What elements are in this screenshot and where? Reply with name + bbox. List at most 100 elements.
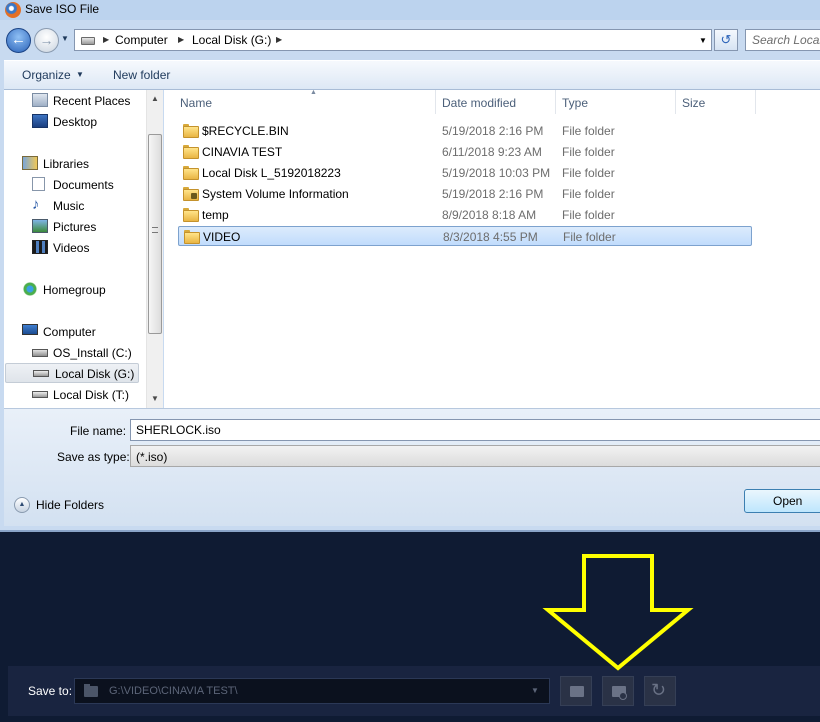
search-box[interactable] [745,29,820,51]
nav-item-pictures[interactable]: Pictures [32,217,144,237]
nav-item-desktop[interactable]: Desktop [32,112,144,132]
new-folder-button[interactable] [602,676,634,706]
nav-item-label: Local Disk (T:) [53,388,130,402]
organize-button[interactable]: Organize [22,68,71,82]
nav-item-drive-g[interactable]: Local Disk (G:) [5,363,139,383]
nav-item-documents[interactable]: Documents [32,175,144,195]
scroll-down-icon[interactable]: ▼ [151,394,159,403]
nav-item-recent-places[interactable]: Recent Places [32,91,144,111]
music-icon: ♪ [32,196,40,213]
command-bar: Organize ▼ New folder [4,60,820,90]
nav-item-label: OS_Install (C:) [53,346,132,360]
videos-icon [32,240,48,254]
file-name: System Volume Information [202,187,349,201]
nav-item-label: Homegroup [43,283,106,297]
column-header-type[interactable]: Type [556,90,676,114]
grip-icon [152,227,158,233]
back-button[interactable]: ← [6,28,31,53]
file-row[interactable]: System Volume Information 5/19/2018 2:16… [178,184,752,204]
folder-icon [184,230,198,242]
search-input[interactable] [752,31,820,49]
save-iso-dialog: Save ISO File ← → ▼ ▶ Computer ▶ Local D… [0,0,820,532]
file-name-input[interactable] [130,419,820,441]
hide-folders-label: Hide Folders [36,498,105,512]
nav-item-libraries[interactable]: Libraries [22,154,144,174]
chevron-right-icon[interactable]: ▶ [178,35,184,44]
chevron-down-icon[interactable]: ▼ [531,686,539,695]
file-name: VIDEO [203,230,241,244]
pictures-icon [32,219,48,233]
file-row[interactable]: Local Disk L_5192018223 5/19/2018 10:03 … [178,163,752,183]
refresh-icon: ↻ [651,680,667,700]
drive-icon [81,37,95,45]
nav-item-label: Music [53,199,85,213]
nav-item-label: Videos [53,241,90,255]
file-type: File folder [562,187,615,201]
column-header-size[interactable]: Size [676,90,756,114]
desktop-icon [32,114,48,128]
nav-item-computer[interactable]: Computer [22,322,144,342]
forward-button[interactable]: → [34,28,59,53]
history-dropdown-icon[interactable]: ▼ [61,34,71,46]
nav-item-label: Desktop [53,115,98,129]
chevron-up-icon: ▲ [14,497,30,513]
file-type: File folder [563,230,616,244]
nav-item-drive-c[interactable]: OS_Install (C:) [32,343,144,363]
save-to-path-field[interactable]: G:\VIDEO\CINAVIA TEST\ ▼ [74,678,550,704]
folder-icon [183,208,197,220]
save-to-label: Save to: [28,684,73,698]
file-date: 8/3/2018 4:55 PM [443,230,538,244]
file-row[interactable]: $RECYCLE.BIN 5/19/2018 2:16 PM File fold… [178,121,752,141]
nav-item-drive-t[interactable]: Local Disk (T:) [32,385,144,405]
address-dropdown-icon[interactable]: ▼ [699,36,707,45]
file-row[interactable]: CINAVIA TEST 6/11/2018 9:23 AM File fold… [178,142,752,162]
arrow-outline [542,554,694,671]
file-type: File folder [562,166,615,180]
file-date: 6/11/2018 9:23 AM [442,145,542,159]
column-header-date[interactable]: Date modified [436,90,556,114]
nav-item-music[interactable]: ♪ Music [32,196,144,216]
file-type: File folder [562,145,615,159]
save-form: File name: Save as type: (*.iso) ▲ Hide … [4,408,820,526]
new-folder-button[interactable]: New folder [113,68,170,82]
column-header-name[interactable]: Name ▲ [174,90,436,114]
save-as-type-select[interactable]: (*.iso) [130,445,820,467]
file-name-label: File name: [70,424,127,438]
nav-item-homegroup[interactable]: Homegroup [22,280,144,300]
file-row[interactable]: temp 8/9/2018 8:18 AM File folder [178,205,752,225]
folder-icon [183,124,197,136]
documents-icon [32,177,45,191]
column-header-label: Type [562,96,589,110]
chevron-down-icon[interactable]: ▼ [76,70,84,79]
file-name: temp [202,208,229,222]
nav-item-videos[interactable]: Videos [32,238,144,258]
save-as-type-value: (*.iso) [136,450,168,464]
breadcrumb-computer[interactable]: Computer [115,33,168,47]
browse-folder-button[interactable] [560,676,592,706]
refresh-button[interactable]: ↺ [714,29,738,51]
title-bar: Save ISO File [0,0,820,20]
breadcrumb-local-disk[interactable]: Local Disk (G:) [192,33,271,47]
file-row-selected[interactable]: VIDEO 8/3/2018 4:55 PM File folder [178,226,752,246]
homegroup-icon [22,282,38,296]
drive-icon [32,391,48,398]
drive-c-icon [32,349,48,357]
recent-places-icon [32,93,48,107]
open-button[interactable]: Open [744,489,820,513]
refresh-button[interactable]: ↻ [644,676,676,706]
scroll-thumb[interactable] [148,134,162,334]
navigation-pane: Recent Places Desktop Libraries Document… [4,90,146,408]
app-icon [5,2,21,18]
address-bar[interactable]: ▶ Computer ▶ Local Disk (G:) ▶ ▼ [74,29,712,51]
locked-folder-icon [183,187,197,199]
file-name: Local Disk L_5192018223 [202,166,341,180]
scroll-up-icon[interactable]: ▲ [151,94,159,103]
chevron-right-icon[interactable]: ▶ [103,35,109,44]
file-date: 5/19/2018 10:03 PM [442,166,551,180]
nav-item-label: Documents [53,178,114,192]
chevron-right-icon[interactable]: ▶ [276,35,282,44]
nav-item-label: Computer [43,325,96,339]
file-list: Name ▲ Date modified Type Size $RECYCLE.… [164,90,820,408]
nav-scrollbar[interactable]: ▲ ▼ [146,90,163,408]
file-date: 5/19/2018 2:16 PM [442,124,544,138]
